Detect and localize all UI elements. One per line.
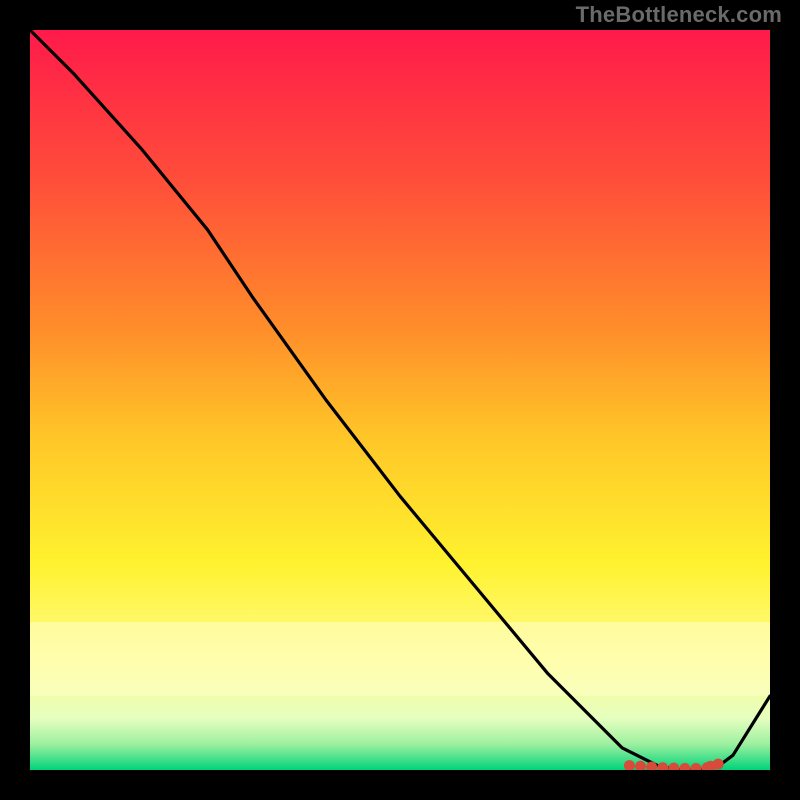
chart-container: TheBottleneck.com [0, 0, 800, 800]
plot-area [30, 30, 770, 770]
optimal-dot [646, 762, 657, 771]
optimal-zone-dots [30, 30, 770, 770]
watermark-text: TheBottleneck.com [576, 2, 782, 28]
optimal-dot [635, 761, 646, 770]
optimal-dot [679, 763, 690, 770]
optimal-dot [657, 762, 668, 770]
optimal-dot [691, 763, 702, 770]
optimal-dot [713, 759, 724, 770]
optimal-dot [624, 760, 635, 770]
optimal-dot [668, 763, 679, 770]
